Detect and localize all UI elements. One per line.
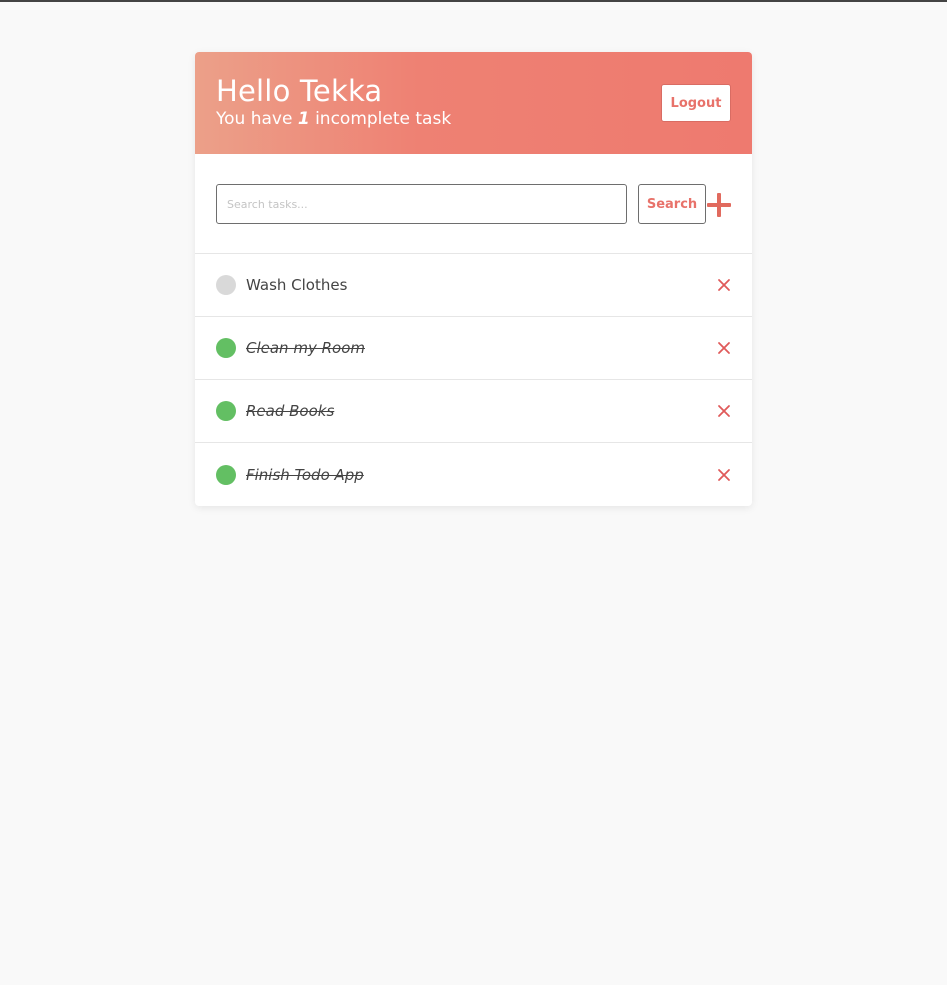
search-input[interactable] [216,184,627,224]
task-list: Wash Clothes Clean my Room Read Books Fi… [195,254,752,506]
delete-task-icon[interactable] [716,403,732,419]
task-item: Clean my Room [195,317,752,380]
logout-button[interactable]: Logout [661,84,731,122]
add-task-button[interactable] [706,192,732,218]
task-status-toggle[interactable] [216,401,236,421]
task-label: Read Books [246,402,335,420]
summary-suffix: incomplete task [309,109,452,129]
task-label: Finish Todo App [246,465,364,484]
todo-header: Hello Tekka You have 1 incomplete task L… [195,52,752,154]
delete-task-icon[interactable] [716,277,732,293]
delete-task-icon[interactable] [716,340,732,356]
task-item: Read Books [195,380,752,443]
task-label: Wash Clothes [246,276,348,294]
incomplete-count: 1 [297,109,310,129]
task-status-toggle[interactable] [216,464,236,485]
summary-prefix: You have [216,109,298,129]
task-status-toggle[interactable] [216,275,236,295]
delete-task-icon[interactable] [716,467,732,483]
task-status-toggle[interactable] [216,338,236,358]
task-label: Clean my Room [246,339,365,357]
task-item: Finish Todo App [195,443,752,506]
todo-card: Hello Tekka You have 1 incomplete task L… [195,52,752,506]
greeting-title: Hello Tekka [216,74,383,108]
search-bar: Search [195,154,752,254]
task-item: Wash Clothes [195,254,752,317]
incomplete-summary: You have 1 incomplete task [216,108,731,130]
search-button[interactable]: Search [638,184,706,224]
